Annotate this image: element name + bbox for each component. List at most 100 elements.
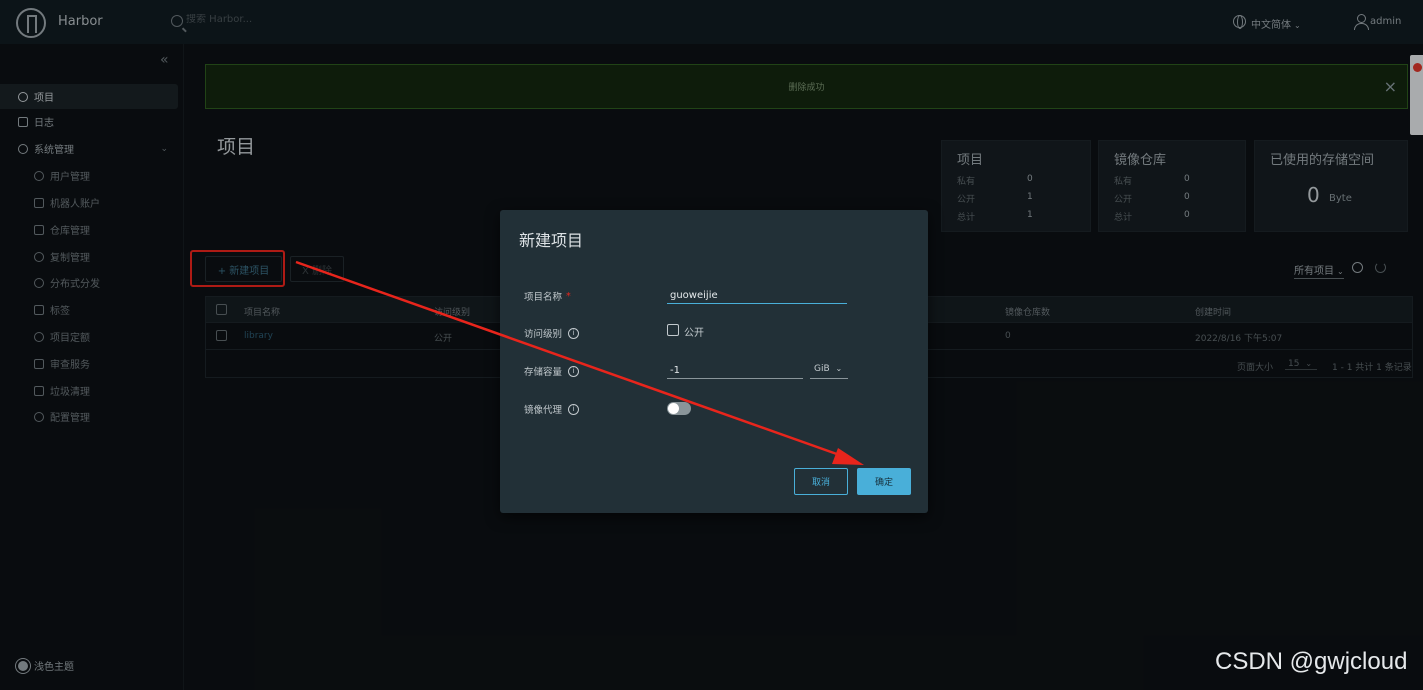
side-widget[interactable] (1410, 55, 1423, 135)
search-icon[interactable] (1352, 262, 1363, 273)
collapse-sidebar-icon[interactable]: « (160, 52, 169, 68)
sidebar-item-labels[interactable]: 标签 (0, 297, 178, 322)
harbor-logo-icon[interactable] (16, 8, 46, 38)
gear-icon (34, 411, 44, 422)
search-icon (171, 15, 183, 27)
required-marker: * (566, 290, 571, 302)
logs-icon (18, 116, 28, 127)
access-level: 公开 (434, 334, 453, 344)
field-label-text: 存储容量 (524, 367, 563, 378)
stat-value: 1 (1027, 210, 1033, 220)
sidebar-item-label: 垃圾清理 (50, 387, 90, 398)
sidebar-item-quotas[interactable]: 项目定额 (0, 324, 178, 349)
shield-icon (34, 358, 44, 369)
sidebar-item-robots[interactable]: 机器人账户 (0, 190, 178, 215)
refresh-icon[interactable] (1375, 262, 1386, 273)
sidebar-item-interrogation[interactable]: 审查服务 (0, 351, 178, 376)
row-checkbox[interactable] (216, 330, 227, 341)
sidebar-item-logs[interactable]: 日志 (0, 109, 178, 134)
project-link[interactable]: library (244, 331, 273, 341)
sidebar-item-label: 项目定额 (50, 333, 90, 344)
field-label-text: 访问级别 (524, 329, 563, 340)
globe-icon (1233, 15, 1246, 29)
card-title: 已使用的存储空间 (1270, 153, 1375, 168)
close-icon[interactable]: × (1384, 77, 1397, 96)
storage-value: 0 (1307, 183, 1320, 207)
field-label-text: 镜像代理 (524, 405, 563, 416)
stat-label: 公开 (957, 195, 976, 205)
page-size-value: 15 (1288, 359, 1300, 369)
stat-value: 0 (1027, 174, 1033, 184)
robot-icon (34, 197, 44, 208)
user-menu[interactable]: admin (1370, 16, 1401, 27)
field-label-text: 项目名称 (524, 292, 563, 303)
info-icon[interactable]: i (568, 365, 580, 377)
stat-label: 总计 (957, 213, 976, 223)
cancel-button[interactable]: 取消 (794, 468, 848, 495)
stat-value: 1 (1027, 192, 1033, 202)
column-header[interactable]: 访问级别 (434, 305, 470, 318)
column-header[interactable]: 创建时间 (1195, 305, 1231, 318)
repositories-stat-card: 镜像仓库 私有 0 公开 0 总计 0 (1098, 140, 1246, 232)
admin-icon (18, 143, 28, 154)
quota-icon (34, 331, 44, 342)
quota-unit-select[interactable]: GiB ⌄ (810, 362, 848, 379)
annotation-highlight-box (190, 250, 285, 287)
stat-label: 总计 (1114, 213, 1133, 223)
page-size-label: 页面大小 (1237, 363, 1274, 373)
quota-unit-value: GiB (814, 364, 830, 374)
cloud-icon (34, 251, 44, 262)
info-icon[interactable]: i (568, 403, 580, 415)
top-header: Harbor 中文简体⌄ admin (0, 0, 1423, 44)
chevron-down-icon: ⌄ (1305, 359, 1313, 368)
filter-label: 所有项目 (1294, 266, 1334, 277)
repo-count: 0 (1005, 331, 1011, 341)
column-header[interactable]: 镜像仓库数 (1005, 305, 1050, 318)
projects-icon (18, 91, 28, 102)
page-title: 项目 (217, 136, 256, 158)
stat-label: 私有 (957, 177, 976, 187)
success-banner: 删除成功 × (205, 64, 1408, 109)
select-all-checkbox[interactable] (216, 304, 227, 315)
stat-value: 0 (1184, 192, 1190, 202)
brand-name[interactable]: Harbor (58, 14, 103, 29)
share-icon (34, 277, 44, 288)
confirm-button[interactable]: 确定 (857, 468, 911, 495)
sidebar-item-label: 机器人账户 (50, 199, 100, 210)
project-filter-select[interactable]: 所有项目 ⌄ (1294, 262, 1344, 279)
proxy-cache-toggle[interactable] (667, 402, 691, 415)
project-name-input[interactable] (667, 287, 847, 304)
chevron-down-icon: ⌄ (160, 143, 168, 154)
public-checkbox-label[interactable]: 公开 (684, 324, 704, 339)
search-input[interactable] (186, 14, 386, 25)
projects-stat-card: 项目 私有 0 公开 1 总计 1 (941, 140, 1091, 232)
public-checkbox[interactable] (667, 324, 679, 336)
stat-row: 私有 0 (957, 174, 1057, 187)
pagination-info: 1 - 1 共计 1 条记录 (1332, 363, 1412, 373)
sidebar-item-admin[interactable]: 系统管理 ⌄ (0, 136, 178, 161)
sidebar-item-replications[interactable]: 复制管理 (0, 244, 178, 269)
card-title: 项目 (957, 153, 984, 168)
sidebar-item-label: 日志 (34, 118, 54, 129)
tag-icon (34, 304, 44, 315)
sidebar: « 项目 日志 系统管理 ⌄ 用户管理 机器人账户 仓库管理 复制管理 分布式分发… (0, 44, 184, 690)
storage-quota-input[interactable] (667, 362, 803, 379)
theme-toggle[interactable]: 浅色主题 (18, 658, 74, 673)
sidebar-item-gc[interactable]: 垃圾清理 (0, 378, 178, 403)
watermark: CSDN @gwjcloud (1215, 648, 1408, 675)
sidebar-item-label: 配置管理 (50, 413, 90, 424)
project-name-label: 项目名称 * (524, 289, 571, 304)
access-level-label: 访问级别 i (524, 326, 580, 340)
language-selector[interactable]: 中文简体 ⌄ (1251, 16, 1301, 31)
info-icon[interactable]: i (568, 327, 580, 339)
card-title: 镜像仓库 (1114, 153, 1167, 168)
page-size-select[interactable]: 15 ⌄ (1285, 359, 1317, 370)
sidebar-item-users[interactable]: 用户管理 (0, 163, 178, 188)
storage-quota-label: 存储容量 i (524, 364, 580, 378)
sidebar-item-distributions[interactable]: 分布式分发 (0, 270, 178, 295)
sidebar-item-projects[interactable]: 项目 (0, 84, 178, 109)
delete-button[interactable]: X 删除 (290, 256, 344, 282)
column-header[interactable]: 项目名称 (244, 305, 280, 318)
sidebar-item-config[interactable]: 配置管理 (0, 404, 178, 429)
sidebar-item-registries[interactable]: 仓库管理 (0, 217, 178, 242)
